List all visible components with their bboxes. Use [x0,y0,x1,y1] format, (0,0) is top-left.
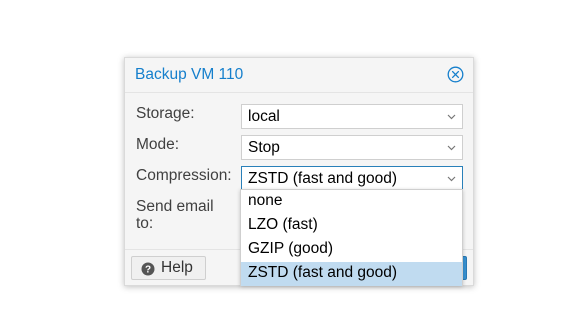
storage-value: local [248,108,280,125]
chevron-down-icon[interactable] [445,172,458,185]
compression-option-none[interactable]: none [241,190,462,214]
mode-label: Mode: [136,136,180,153]
help-button[interactable]: ? Help [131,256,206,280]
chevron-down-icon[interactable] [445,110,458,123]
dialog-titlebar: Backup VM 110 [125,58,473,93]
compression-value: ZSTD (fast and good) [248,170,398,187]
send-email-label-to: to: [136,215,154,232]
storage-select[interactable]: local [241,104,463,129]
send-email-label: Send email [136,198,214,215]
close-icon[interactable] [447,66,464,83]
compression-select[interactable]: ZSTD (fast and good) [241,166,463,191]
compression-dropdown-list: none LZO (fast) GZIP (good) ZSTD (fast a… [240,189,463,286]
storage-label: Storage: [136,105,195,122]
compression-option-zstd[interactable]: ZSTD (fast and good) [241,262,462,286]
compression-option-lzo[interactable]: LZO (fast) [241,214,462,238]
dialog-title: Backup VM 110 [135,66,244,83]
help-label: Help [161,259,193,276]
question-circle-icon: ? [141,262,155,276]
mode-select[interactable]: Stop [241,135,463,160]
mode-value: Stop [248,139,280,156]
chevron-down-icon[interactable] [445,141,458,154]
compression-option-gzip[interactable]: GZIP (good) [241,238,462,262]
svg-text:?: ? [145,265,151,276]
compression-label: Compression: [136,167,232,184]
